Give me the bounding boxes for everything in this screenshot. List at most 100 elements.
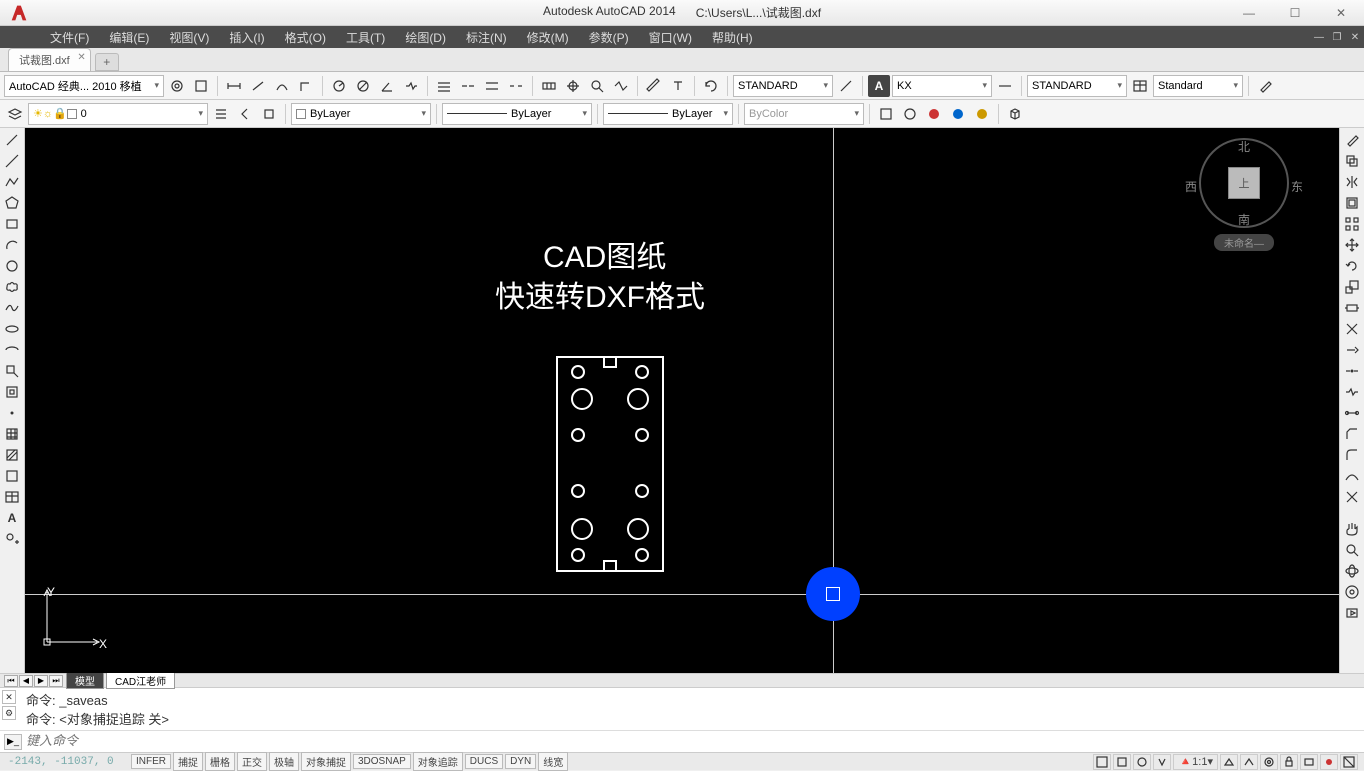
menu-draw[interactable]: 绘图(D)	[395, 27, 456, 48]
status-grid[interactable]: 栅格	[205, 752, 235, 771]
render-hidden-icon[interactable]	[899, 103, 921, 125]
cmd-prompt-icon[interactable]: ▶_	[4, 734, 22, 750]
minimize-button[interactable]: —	[1226, 0, 1272, 26]
status-lwt[interactable]: 线宽	[538, 752, 568, 771]
nav-orbit-icon[interactable]	[1341, 561, 1363, 581]
status-polar[interactable]: 极轴	[269, 752, 299, 771]
break-point-icon[interactable]	[1341, 361, 1363, 381]
color-select[interactable]: ByLayer	[291, 103, 431, 125]
render-sphere-icon[interactable]	[971, 103, 993, 125]
mirror-icon[interactable]	[1341, 172, 1363, 192]
render-wire-icon[interactable]	[875, 103, 897, 125]
table-icon[interactable]	[1, 487, 23, 507]
dim-arc-icon[interactable]	[271, 75, 293, 97]
dim-update-icon[interactable]	[700, 75, 722, 97]
brush-icon[interactable]	[1254, 75, 1276, 97]
menu-param[interactable]: 参数(P)	[579, 27, 639, 48]
gradient-icon[interactable]	[1, 445, 23, 465]
status-osnap[interactable]: 对象捕捉	[301, 752, 351, 771]
scale-icon[interactable]	[1341, 277, 1363, 297]
hatch-icon[interactable]	[1, 424, 23, 444]
dim-radius-icon[interactable]	[328, 75, 350, 97]
nav-wheel-icon[interactable]	[1341, 582, 1363, 602]
viewcube[interactable]: 北 南 东 西 上 未命名—	[1189, 138, 1299, 258]
ellipse-icon[interactable]	[1, 319, 23, 339]
point-icon[interactable]	[1, 403, 23, 423]
status-ortho[interactable]: 正交	[237, 752, 267, 771]
model-space-icon[interactable]	[1093, 754, 1111, 770]
document-tab[interactable]: 试裁图.dxf ✕	[8, 48, 91, 71]
menu-window[interactable]: 窗口(W)	[639, 27, 702, 48]
render-shaded-icon[interactable]	[947, 103, 969, 125]
rotate-icon[interactable]	[1341, 256, 1363, 276]
dim-style-icon[interactable]	[994, 75, 1016, 97]
menu-tools[interactable]: 工具(T)	[336, 27, 395, 48]
menu-modify[interactable]: 修改(M)	[517, 27, 579, 48]
mtext-icon[interactable]: A	[1, 508, 23, 528]
extend-icon[interactable]	[1341, 340, 1363, 360]
dim-diameter-icon[interactable]	[352, 75, 374, 97]
nav-zoom-icon[interactable]	[1341, 540, 1363, 560]
insert-block-icon[interactable]	[1, 361, 23, 381]
command-input[interactable]	[26, 734, 1342, 749]
dim-jogged-icon[interactable]	[400, 75, 422, 97]
new-tab-button[interactable]: +	[95, 53, 119, 71]
trim-icon[interactable]	[1341, 319, 1363, 339]
dim-aligned-icon[interactable]	[247, 75, 269, 97]
table-style-select[interactable]: Standard	[1153, 75, 1243, 97]
tab-nav-next[interactable]: ▶	[34, 675, 48, 687]
explode-icon[interactable]	[1341, 487, 1363, 507]
make-block-icon[interactable]	[1, 382, 23, 402]
command-history[interactable]: ✕ ⚙ 命令: _saveas 命令: <对象捕捉追踪 关>	[0, 688, 1364, 730]
center-mark-icon[interactable]	[562, 75, 584, 97]
rectangle-icon[interactable]	[1, 214, 23, 234]
layer-prev-icon[interactable]	[234, 103, 256, 125]
break-icon[interactable]	[1341, 382, 1363, 402]
xline-icon[interactable]	[1, 151, 23, 171]
polygon-icon[interactable]	[1, 193, 23, 213]
linetype-select[interactable]: ByLayer	[442, 103, 592, 125]
copy-icon[interactable]	[1341, 151, 1363, 171]
isolate-icon[interactable]	[1320, 754, 1338, 770]
workspace-save-icon[interactable]	[190, 75, 212, 97]
hw-accel-icon[interactable]	[1300, 754, 1318, 770]
anno-auto-icon[interactable]	[1240, 754, 1258, 770]
inspect-icon[interactable]	[586, 75, 608, 97]
arc-icon[interactable]	[1, 235, 23, 255]
sel-cycling-icon[interactable]	[1133, 754, 1151, 770]
addsel-icon[interactable]	[1, 529, 23, 549]
quick-props-icon[interactable]	[1113, 754, 1131, 770]
close-button[interactable]: ✕	[1318, 0, 1364, 26]
workspace-settings-icon[interactable]	[166, 75, 188, 97]
anno-vis-icon[interactable]	[1220, 754, 1238, 770]
showmotion-icon[interactable]	[1341, 603, 1363, 623]
plot-style-select[interactable]: ByColor	[744, 103, 864, 125]
dim-angular-icon[interactable]	[376, 75, 398, 97]
dim-break-icon[interactable]	[505, 75, 527, 97]
cmd-close-icon[interactable]: ✕	[2, 690, 16, 704]
tab-nav-last[interactable]: ⏭	[49, 675, 63, 687]
render-box-icon[interactable]	[1004, 103, 1026, 125]
layer-manager-icon[interactable]	[4, 103, 26, 125]
clean-screen-icon[interactable]	[1340, 754, 1358, 770]
table-style-icon[interactable]	[1129, 75, 1151, 97]
status-otrack[interactable]: 对象追踪	[413, 752, 463, 771]
join-icon[interactable]	[1341, 403, 1363, 423]
drawing-canvas[interactable]: CAD图纸 快速转DXF格式	[25, 128, 1339, 673]
text-style-edit-icon[interactable]	[835, 75, 857, 97]
array-icon[interactable]	[1341, 214, 1363, 234]
region-icon[interactable]	[1, 466, 23, 486]
ws-switch-icon[interactable]	[1260, 754, 1278, 770]
text-icon[interactable]: A	[868, 75, 890, 97]
anno-scale-icon[interactable]	[1153, 754, 1171, 770]
doc-close-icon[interactable]: ✕	[1347, 29, 1363, 45]
text-style-select[interactable]: STANDARD	[733, 75, 833, 97]
chamfer-icon[interactable]	[1341, 424, 1363, 444]
tab-nav-first[interactable]: ⏮	[4, 675, 18, 687]
model-tab[interactable]: 模型	[66, 672, 104, 689]
menu-view[interactable]: 视图(V)	[159, 27, 219, 48]
dim-jog-line-icon[interactable]	[610, 75, 632, 97]
tab-close-icon[interactable]: ✕	[77, 52, 85, 63]
workspace-select[interactable]: AutoCAD 经典... 2010 移植	[4, 75, 164, 97]
status-dyn[interactable]: DYN	[505, 754, 536, 769]
